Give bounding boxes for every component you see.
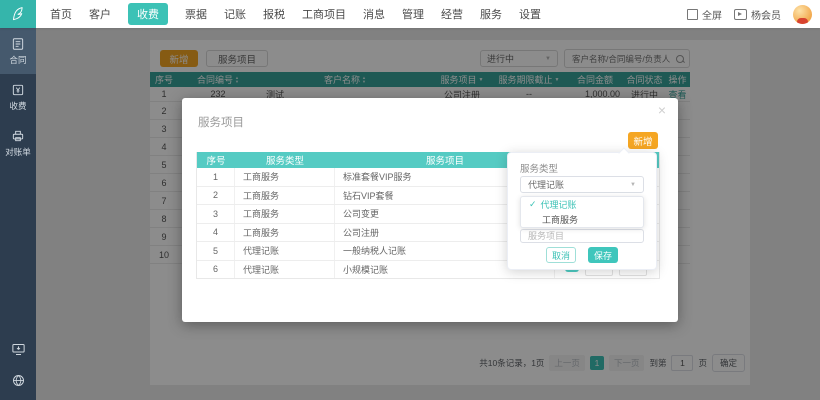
download-client-icon[interactable] — [11, 342, 26, 357]
popover-arrow — [618, 147, 629, 158]
check-icon: ✓ — [529, 199, 537, 210]
nav-item-管理[interactable]: 管理 — [402, 6, 424, 22]
row-seq-cell: 5 — [197, 242, 235, 260]
main-content: 新增 服务项目 进行中 ▼ 序号合同编号▲▼客户名称▲▼服务项目▼服务期限截止▼… — [36, 28, 820, 400]
nav-item-经营[interactable]: 经营 — [441, 6, 463, 22]
member-icon — [734, 9, 747, 20]
close-icon[interactable]: × — [658, 102, 666, 118]
fee-ticket-icon — [11, 83, 25, 97]
row-seq-cell: 1 — [197, 168, 235, 186]
row-seq-cell: 6 — [197, 261, 235, 279]
dropdown-option-label: 工商服务 — [542, 213, 578, 226]
navbar-right: 全屏 杨会员 — [687, 5, 820, 24]
service-type-cell: 工商服务 — [235, 205, 335, 223]
fullscreen-icon — [687, 9, 698, 20]
service-items-modal: 服务项目 × 新增 序号服务类型服务项目 1工商服务标准套餐VIP服务2工商服务… — [182, 98, 678, 322]
service-type-dropdown: ✓ 代理记账工商服务 — [520, 196, 644, 228]
dropdown-option-工商服务[interactable]: 工商服务 — [521, 212, 643, 227]
cancel-button[interactable]: 取消 — [546, 247, 576, 263]
top-navbar: 首页 客户 收费 票据 记账 报税 工商项目 消息 管理 经营 服务 设置 全屏 杨会员 — [0, 0, 820, 28]
modal-add-button[interactable]: 新增 — [628, 132, 658, 149]
member-label: 杨会员 — [751, 7, 781, 22]
member-button[interactable]: 杨会员 — [734, 7, 781, 22]
nav-item-设置[interactable]: 设置 — [519, 6, 541, 22]
contract-icon — [11, 37, 25, 51]
service-type-cell: 工商服务 — [235, 224, 335, 242]
sidebar-item-contract[interactable]: 合同 — [0, 28, 36, 74]
nav-item-工商项目[interactable]: 工商项目 — [302, 6, 346, 22]
leaf-logo-icon — [9, 5, 27, 23]
add-service-popover: 服务类型 代理记账 ▼ ✓ 代理记账工商服务 取消 保存 — [507, 152, 657, 270]
nav-item-消息[interactable]: 消息 — [363, 6, 385, 22]
dropdown-option-label: 代理记账 — [541, 198, 577, 211]
row-seq-cell: 4 — [197, 224, 235, 242]
service-type-label: 服务类型 — [520, 161, 558, 175]
dropdown-option-代理记账[interactable]: ✓ 代理记账 — [521, 197, 643, 212]
row-seq-cell: 3 — [197, 205, 235, 223]
sidebar-bottom — [0, 342, 36, 400]
service-type-cell: 工商服务 — [235, 187, 335, 205]
service-type-cell: 工商服务 — [235, 168, 335, 186]
chevron-down-icon: ▼ — [630, 182, 636, 188]
sidebar-item-label: 对账单 — [5, 146, 31, 158]
nav-item-记账[interactable]: 记账 — [224, 6, 246, 22]
fullscreen-button[interactable]: 全屏 — [687, 7, 722, 22]
fullscreen-label: 全屏 — [702, 7, 722, 22]
row-seq-cell: 2 — [197, 187, 235, 205]
app-logo[interactable] — [0, 0, 36, 28]
modal-col-header: 序号 — [197, 153, 235, 167]
service-item-input[interactable] — [520, 229, 644, 243]
nav-item-报税[interactable]: 报税 — [263, 6, 285, 22]
sidebar-item-fees[interactable]: 收费 — [0, 74, 36, 120]
service-type-cell: 代理记账 — [235, 242, 335, 260]
sidebar-item-label: 收费 — [9, 100, 26, 112]
modal-title: 服务项目 — [198, 114, 244, 130]
service-type-value: 代理记账 — [528, 178, 564, 191]
nav-item-服务[interactable]: 服务 — [480, 6, 502, 22]
printer-icon — [11, 129, 25, 143]
nav-item-首页[interactable]: 首页 — [50, 6, 72, 22]
modal-col-header: 服务类型 — [235, 153, 335, 167]
save-button[interactable]: 保存 — [588, 247, 618, 263]
left-sidebar: 合同 收费 对账单 — [0, 28, 36, 400]
main-nav: 首页 客户 收费 票据 记账 报税 工商项目 消息 管理 经营 服务 设置 — [50, 3, 541, 25]
globe-icon[interactable] — [11, 373, 26, 388]
service-type-cell: 代理记账 — [235, 261, 335, 279]
service-type-select[interactable]: 代理记账 ▼ — [520, 176, 644, 193]
nav-item-客户[interactable]: 客户 — [89, 6, 111, 22]
sidebar-item-label: 合同 — [9, 54, 26, 66]
sidebar-item-statement[interactable]: 对账单 — [0, 120, 36, 166]
nav-item-收费[interactable]: 收费 — [128, 3, 168, 25]
popover-buttons: 取消 保存 — [508, 247, 656, 263]
user-avatar[interactable] — [793, 5, 812, 24]
nav-item-票据[interactable]: 票据 — [185, 6, 207, 22]
